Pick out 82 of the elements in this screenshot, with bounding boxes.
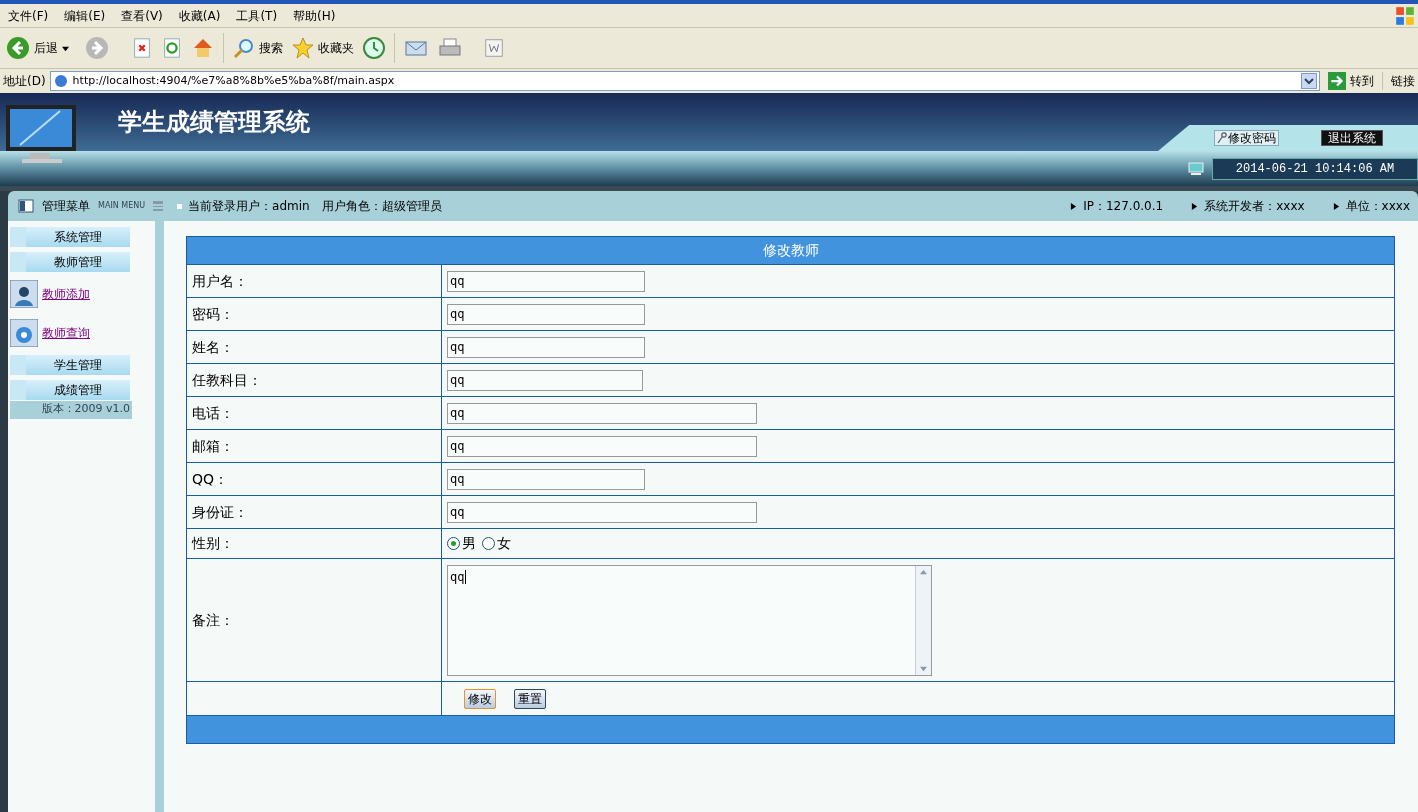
user-role: 用户角色：超级管理员 (321, 198, 442, 215)
sidebar-link[interactable]: 教师查询 (42, 324, 90, 342)
menu-item[interactable]: 收藏(A) (170, 6, 229, 25)
radio-label: 女 (497, 534, 511, 553)
arrow-icon (1191, 202, 1199, 210)
history-icon[interactable] (362, 36, 386, 60)
go-arrow-icon (1328, 72, 1346, 90)
sidebar-link[interactable]: 教师添加 (42, 285, 90, 303)
sidebar-section[interactable]: 教师管理 (10, 252, 130, 272)
logout-button[interactable]: 退出系统 (1321, 130, 1383, 146)
developer-info: 系统开发者：xxxx (1204, 198, 1305, 215)
radio-button[interactable] (482, 537, 495, 550)
version-label: 版本：2009 v1.0 (10, 401, 132, 419)
scrollbar[interactable] (915, 565, 931, 675)
change-password-button[interactable]: 修改密码 (1214, 130, 1279, 146)
text-field[interactable]: qq (447, 369, 643, 391)
stop-icon[interactable] (131, 37, 153, 59)
address-label: 地址(D) (3, 73, 46, 90)
favorites-button[interactable]: 收藏夹 (291, 36, 354, 60)
menu-item[interactable]: 编辑(E) (56, 6, 114, 25)
current-user: 当前登录用户：admin (188, 198, 310, 215)
star-icon (291, 36, 315, 60)
forward-icon[interactable] (85, 36, 109, 60)
field-label: 邮箱： (192, 437, 234, 454)
menu-item[interactable]: 帮助(H) (285, 6, 344, 25)
scroll-down-icon (920, 664, 927, 672)
text-field[interactable]: qq (447, 270, 645, 292)
sidebar-section[interactable]: 系统管理 (10, 227, 130, 247)
menu-subtitle: MAIN MENU (98, 200, 146, 212)
form-button[interactable]: 重置 (514, 688, 546, 709)
menu-item[interactable]: 查看(V) (113, 6, 171, 25)
dropdown-icon[interactable] (1301, 73, 1317, 89)
menu-item[interactable]: 工具(T) (228, 6, 286, 25)
remarks-textarea[interactable]: qq (447, 564, 932, 676)
field-label: 用户名： (192, 272, 248, 289)
datetime-display: 2014-06-21 10:14:06 AM (1212, 157, 1418, 180)
windows-logo-icon (1394, 4, 1416, 27)
scroll-up-icon (920, 568, 927, 576)
page-icon (52, 73, 69, 89)
text-field[interactable]: qq (447, 402, 757, 424)
textarea-value: qq (450, 569, 467, 584)
form-button[interactable]: 修改 (464, 688, 496, 709)
bullet-icon (177, 203, 183, 209)
links-label[interactable]: 链接 (1382, 72, 1418, 90)
text-field[interactable]: qq (447, 336, 645, 358)
text-field[interactable]: qq (447, 501, 757, 523)
field-label: 性别： (192, 535, 234, 551)
refresh-icon[interactable] (161, 37, 183, 59)
arrow-icon (1070, 202, 1078, 210)
text-field[interactable]: qq (447, 435, 757, 457)
radio-label: 男 (462, 534, 476, 553)
address-field[interactable]: http://localhost:4904/%e7%a8%8b%e5%ba%8f/main.aspx (49, 71, 1320, 91)
search-icon (232, 36, 256, 60)
form-title: 修改教师 (186, 236, 1395, 265)
field-label: 姓名： (192, 338, 234, 355)
unit-info: 单位：xxxx (1345, 198, 1410, 215)
menu-title: 管理菜单 (42, 198, 90, 215)
computer-icon (1188, 161, 1204, 176)
caret-icon (62, 44, 69, 52)
ip-address: IP：127.0.0.1 (1083, 198, 1164, 215)
radio-button[interactable] (447, 537, 460, 550)
arrow-icon (1332, 202, 1340, 210)
sidebar-section[interactable]: 成绩管理 (10, 380, 130, 400)
back-button[interactable]: 后退 (6, 36, 69, 60)
field-label: 备注： (192, 611, 234, 628)
field-label: 密码： (192, 305, 234, 322)
menu-lines-icon (153, 201, 164, 211)
go-button[interactable]: 转到 (1324, 72, 1378, 90)
text-field[interactable]: qq (447, 468, 645, 490)
key-icon (1217, 132, 1227, 144)
app-title: 学生成绩管理系统 (118, 107, 310, 138)
search-button[interactable]: 搜索 (232, 36, 283, 60)
people-icon (10, 280, 38, 308)
field-label: QQ： (192, 470, 229, 487)
field-label: 身份证： (192, 503, 248, 520)
menu-panel-icon (18, 199, 34, 213)
edit-document-icon[interactable] (483, 37, 505, 59)
sidebar-section[interactable]: 学生管理 (10, 355, 130, 375)
menu-item[interactable]: 文件(F) (0, 6, 57, 25)
field-label: 任教科目： (192, 371, 262, 388)
text-field[interactable]: qq (447, 303, 645, 325)
field-label: 电话： (192, 404, 234, 421)
